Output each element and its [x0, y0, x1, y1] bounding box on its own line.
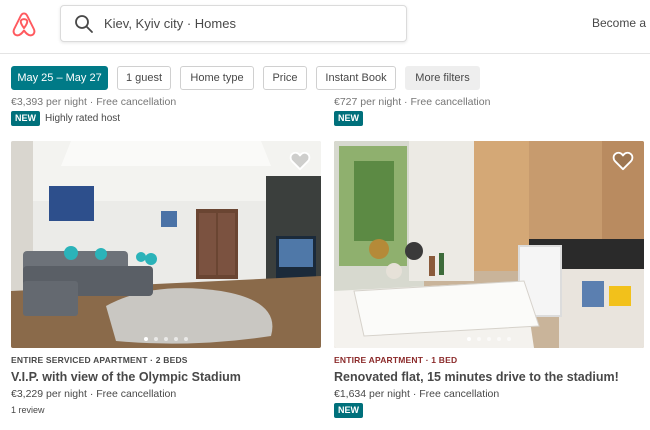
- new-badge: NEW: [334, 111, 363, 126]
- guests-filter-button[interactable]: 1 guest: [117, 66, 171, 90]
- more-filters-button[interactable]: More filters: [405, 66, 480, 90]
- listing-title[interactable]: Renovated flat, 15 minutes drive to the …: [334, 370, 619, 384]
- new-badge: NEW: [11, 111, 40, 126]
- top-header: Kiev, Kyiv city · Homes Become a h: [0, 0, 650, 54]
- carousel-dot[interactable]: [184, 337, 188, 341]
- host-note: Highly rated host: [45, 113, 121, 124]
- become-host-link[interactable]: Become a h: [592, 16, 650, 30]
- airbnb-logo[interactable]: [11, 11, 37, 37]
- search-icon: [75, 15, 93, 33]
- new-badge: NEW: [334, 403, 363, 418]
- listing-price-suffix: per night · Free cancellation: [46, 388, 177, 400]
- photo-carousel-dots[interactable]: [11, 337, 321, 341]
- prev-listing-price: €3,393 per night · Free cancellation: [11, 96, 177, 108]
- listing-price-line: €3,229 per night · Free cancellation: [11, 388, 176, 400]
- listing-photo[interactable]: [11, 141, 321, 348]
- review-count: 1 review: [11, 405, 45, 415]
- favorite-heart-icon[interactable]: [289, 151, 311, 171]
- photo-carousel-dots[interactable]: [334, 337, 644, 341]
- search-bar[interactable]: Kiev, Kyiv city · Homes: [60, 5, 407, 42]
- home-type-filter-button[interactable]: Home type: [180, 66, 254, 90]
- carousel-dot[interactable]: [174, 337, 178, 341]
- filter-bar: May 25 – May 27 1 guest Home type Price …: [0, 55, 650, 101]
- listing-price: €3,229: [11, 388, 44, 400]
- carousel-dot[interactable]: [487, 337, 491, 341]
- instant-book-filter-button[interactable]: Instant Book: [316, 66, 396, 90]
- living-room-photo: [11, 141, 321, 348]
- carousel-dot[interactable]: [507, 337, 511, 341]
- prev-listing-price: €727 per night · Free cancellation: [334, 96, 491, 108]
- listing-price-line: €1,634 per night · Free cancellation: [334, 388, 499, 400]
- listing-photo[interactable]: [334, 141, 644, 348]
- carousel-dot[interactable]: [144, 337, 148, 341]
- listing-price-suffix: per night · Free cancellation: [369, 388, 500, 400]
- dates-filter-button[interactable]: May 25 – May 27: [11, 66, 108, 90]
- favorite-heart-icon[interactable]: [612, 151, 634, 171]
- carousel-dot[interactable]: [154, 337, 158, 341]
- listing-title[interactable]: V.I.P. with view of the Olympic Stadium: [11, 370, 241, 384]
- listing-type: ENTIRE SERVICED APARTMENT · 2 BEDS: [11, 355, 188, 365]
- listing-price: €1,634: [334, 388, 367, 400]
- carousel-dot[interactable]: [467, 337, 471, 341]
- carousel-dot[interactable]: [477, 337, 481, 341]
- price-filter-button[interactable]: Price: [263, 66, 307, 90]
- listing-type: ENTIRE APARTMENT · 1 BED: [334, 355, 458, 365]
- search-input[interactable]: Kiev, Kyiv city · Homes: [104, 16, 236, 31]
- carousel-dot[interactable]: [497, 337, 501, 341]
- carousel-dot[interactable]: [164, 337, 168, 341]
- kitchen-photo: [334, 141, 644, 348]
